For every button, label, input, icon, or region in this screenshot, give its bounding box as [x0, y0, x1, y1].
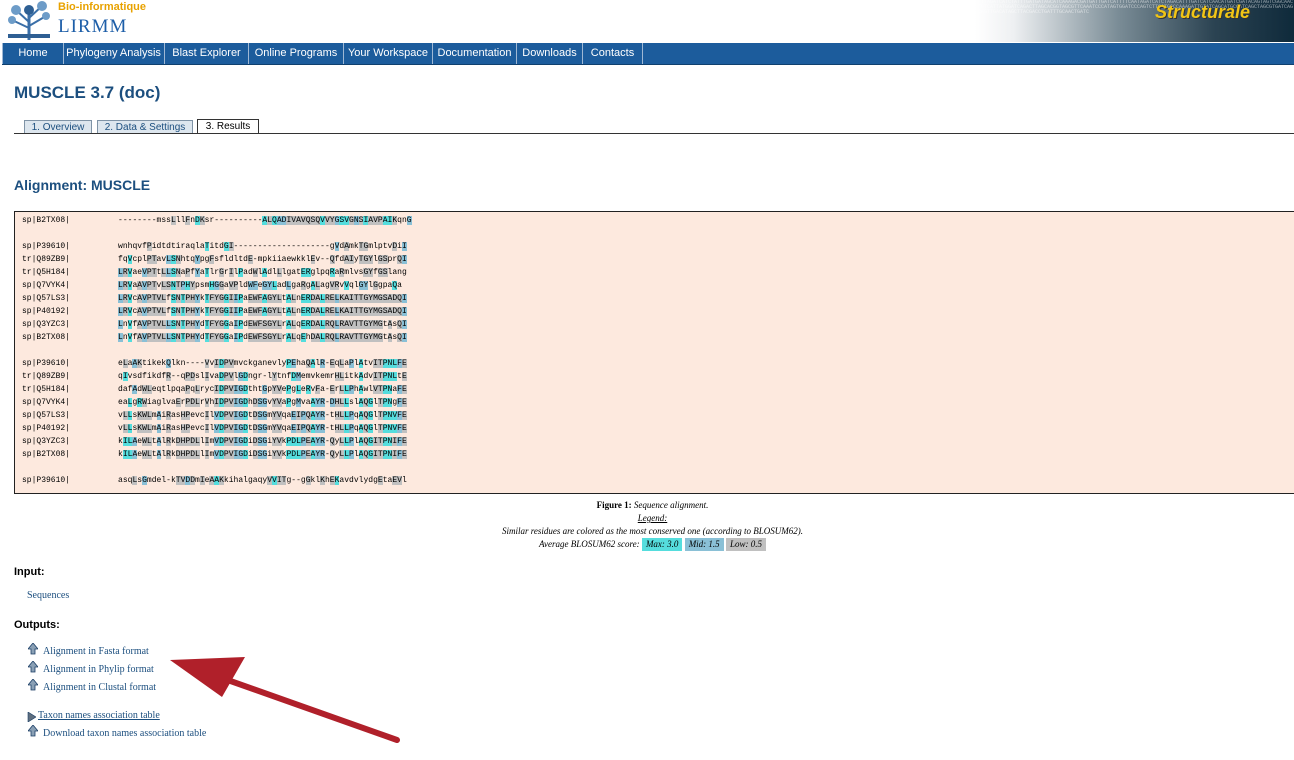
tab-data-settings[interactable]: 2. Data & Settings: [97, 120, 193, 134]
sequence-id: sp|Q7VYK4|: [22, 398, 71, 407]
sequence-residues: eaLgRWiaglvaErPDLrVhIDPVIGDhDSGvYVaPgMva…: [118, 398, 407, 407]
sequence-residues: LRVcAVPTVLfSNTPHYkTFYGGIIPaEWFAGYLtALnER…: [118, 294, 407, 303]
sequence-id: tr|Q89ZB9|: [22, 255, 71, 264]
sequence-id: sp|Q57LS3|: [22, 294, 71, 303]
sequence-residues: LnVfAVPTVLLSNTPHYdTFYGGaIPdEWFSGYLrALqER…: [118, 320, 407, 329]
sequence-id: sp|P40192|: [22, 307, 71, 316]
download-icon: [28, 661, 38, 673]
tab-overview[interactable]: 1. Overview: [24, 120, 92, 134]
input-heading: Input:: [14, 566, 45, 578]
download-icon: [28, 725, 38, 737]
sequence-id: sp|Q3YZC3|: [22, 320, 71, 329]
figure-title-line: Figure 1: Sequence alignment.: [400, 499, 905, 512]
clustal-alignment-link[interactable]: Alignment in Clustal format: [43, 682, 156, 693]
nav-your-workspace[interactable]: Your Workspace: [344, 43, 433, 64]
sequence-id: sp|B2TX08|: [22, 450, 71, 459]
figure-label: Figure 1:: [596, 500, 632, 510]
sequence-residues: kILAeWLtAlRkDHPDLlImVDPVIGDiDSGiYVkPDLPE…: [118, 450, 407, 459]
structurale-banner: CTTTAGATCATCTATTTGATGATAGCATCAAAGACGATGA…: [975, 0, 1294, 42]
sequence-residues: wnhqvfPidtdtiraqlaTitdGI----------------…: [118, 242, 407, 251]
sequence-id: sp|P39610|: [22, 242, 71, 251]
score-label: Average BLOSUM62 score:: [539, 539, 640, 549]
sequence-id: sp|P40192|: [22, 424, 71, 433]
tabs-baseline: [14, 133, 1294, 134]
banner-title: Structurale: [1155, 2, 1251, 22]
sequences-link[interactable]: Sequences: [27, 590, 69, 601]
nav-blast-explorer[interactable]: Blast Explorer: [165, 43, 249, 64]
sequence-id: tr|Q89ZB9|: [22, 372, 71, 381]
similar-residues-text: Similar residues are colored as the most…: [400, 525, 905, 538]
lirmm-logo-tree-icon[interactable]: [2, 0, 56, 40]
sequence-residues: kILAeWLtAlRkDHPDLlImVDPVIGDiDSGiYVkPDLPE…: [118, 437, 407, 446]
taxon-table-link[interactable]: Taxon names association table: [38, 710, 160, 721]
fasta-alignment-link[interactable]: Alignment in Fasta format: [43, 646, 149, 657]
legend-low: Low: 0.5: [725, 538, 766, 551]
phylip-alignment-link[interactable]: Alignment in Phylip format: [43, 664, 154, 675]
nav-documentation[interactable]: Documentation: [433, 43, 517, 64]
site-header: Bio-informatique LIRMM CTTTAGATCATCTATTT…: [0, 0, 1294, 42]
score-legend-line: Average BLOSUM62 score: Max: 3.0 Mid: 1.…: [400, 538, 905, 551]
sequence-residues: eLaAKtikekQlkn----VvIDPVmvckganevlyPEhaQ…: [118, 359, 407, 368]
sequence-id: sp|Q57LS3|: [22, 411, 71, 420]
sequence-residues: asqLsGmdel-kTVDDmIeAAKkihalgaqyVVITg--gG…: [118, 476, 407, 485]
sequence-id: sp|B2TX08|: [22, 333, 71, 342]
logo-title[interactable]: LIRMM: [58, 16, 127, 38]
expand-triangle-icon[interactable]: [27, 712, 36, 722]
figure-caption: Figure 1: Sequence alignment. Legend: Si…: [400, 499, 905, 551]
sequence-residues: LnVfAVPTVLLSNTPHYdTFYGGaIPdEWFSGYLrALqEh…: [118, 333, 407, 342]
sequence-id: sp|B2TX08|: [22, 216, 71, 225]
sequence-id: sp|P39610|: [22, 476, 71, 485]
sequence-id: sp|Q7VYK4|: [22, 281, 71, 290]
download-taxon-table-link[interactable]: Download taxon names association table: [43, 728, 206, 739]
sequence-residues: dafAdWLeqtlpqaPqLrycIDPVIGDthtGpYVePgLeR…: [118, 385, 407, 394]
alignment-title: Alignment: MUSCLE: [14, 177, 151, 193]
sequence-residues: LRVcAVPTVLfSNTPHYkTFYGGIIPaEWFAGYLtALnER…: [118, 307, 407, 316]
tab-results[interactable]: 3. Results: [197, 119, 259, 134]
sequence-residues: vLLsKWLmAiRasHPevcIlVDPVIGDtDSGmYVqaEIPQ…: [118, 411, 407, 420]
page-title: MUSCLE 3.7 (doc): [14, 83, 161, 102]
nav-online-programs[interactable]: Online Programs: [249, 43, 344, 64]
sequence-residues: vLLsKWLmAiRasHPevcIlVDPVIGDtDSGmYVqaEIPQ…: [118, 424, 407, 433]
sequence-residues: fqVcplPTavLSNhtqYpgFsfldltdE-mpkiiaewkkl…: [118, 255, 407, 264]
download-icon: [28, 679, 38, 691]
nav-contacts[interactable]: Contacts: [583, 43, 643, 64]
sequence-residues: --------mssLllFnDKsr----------ALQADIVAVQ…: [118, 216, 412, 225]
sequence-residues: LRVaeVPTtLLSNaPfYaTlrGrIlPadWlAdlLlgatER…: [118, 268, 407, 277]
similar-residues-note: Similar residues are colored as the most…: [501, 526, 804, 536]
sequence-residues: qIvsdfikdfR--qPDslIvaDPVlGDngr-lYtnfDMem…: [118, 372, 407, 381]
sequence-id: sp|Q3YZC3|: [22, 437, 71, 446]
nav-home[interactable]: Home: [2, 43, 64, 64]
outputs-heading: Outputs:: [14, 619, 60, 631]
alignment-viewer[interactable]: sp|B2TX08| --------mssLllFnDKsr----------…: [14, 211, 1294, 494]
sequence-id: tr|Q5H184|: [22, 385, 71, 394]
logo-subtitle: Bio-informatique: [58, 1, 146, 13]
nav-phylogeny-analysis[interactable]: Phylogeny Analysis: [63, 43, 165, 64]
legend-label-line: Legend:: [400, 512, 905, 525]
nav-downloads[interactable]: Downloads: [517, 43, 583, 64]
main-navigation: Home Phylogeny Analysis Blast Explorer O…: [2, 43, 1294, 65]
download-icon: [28, 643, 38, 655]
sequence-id: tr|Q5H184|: [22, 268, 71, 277]
sequence-residues: LRVaAVPTvLSNTPHYpsmHGGaVPldWFeGYLadLgaRg…: [118, 281, 402, 290]
legend-mid: Mid: 1.5: [684, 538, 724, 551]
sequence-id: sp|P39610|: [22, 359, 71, 368]
legend-max: Max: 3.0: [641, 538, 683, 551]
figure-text: Sequence alignment.: [633, 500, 709, 510]
legend-label: Legend:: [637, 513, 668, 523]
